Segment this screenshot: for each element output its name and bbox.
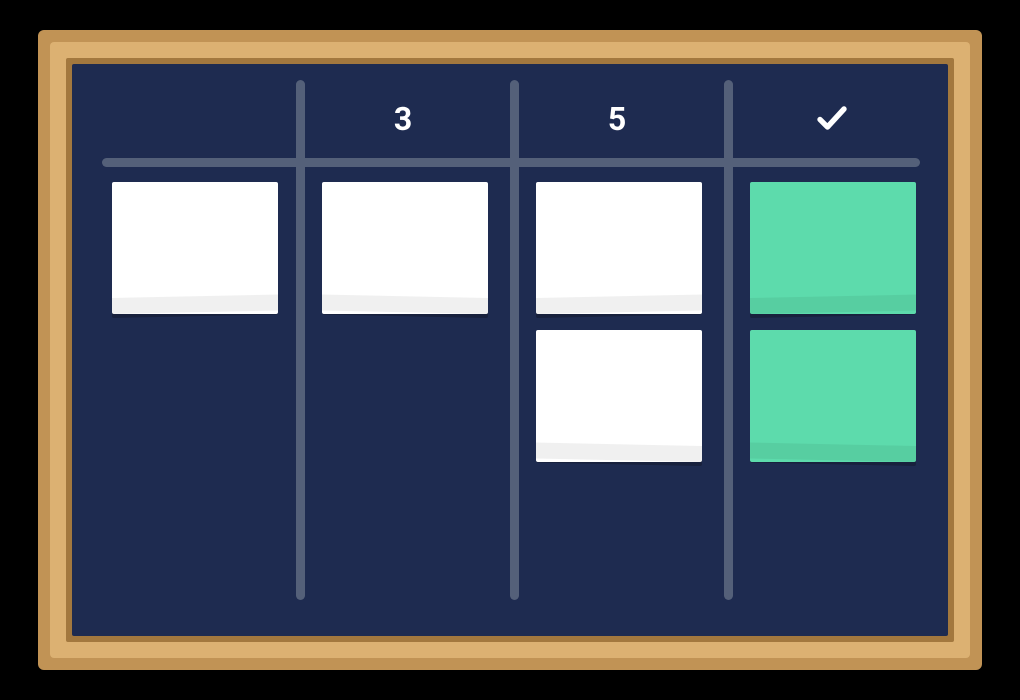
column-divider <box>510 80 519 600</box>
column-divider <box>296 80 305 600</box>
column-divider <box>724 80 733 600</box>
column-header: 3 <box>296 100 510 138</box>
kanban-card[interactable] <box>112 182 278 314</box>
check-icon <box>814 100 850 136</box>
kanban-card[interactable] <box>536 182 702 314</box>
stage: 3 5 <box>0 0 1020 700</box>
kanban-card-done[interactable] <box>750 330 916 462</box>
kanban-card-done[interactable] <box>750 182 916 314</box>
column-header: 5 <box>510 100 724 138</box>
kanban-board: 3 5 <box>72 64 948 636</box>
kanban-card[interactable] <box>322 182 488 314</box>
kanban-card[interactable] <box>536 330 702 462</box>
